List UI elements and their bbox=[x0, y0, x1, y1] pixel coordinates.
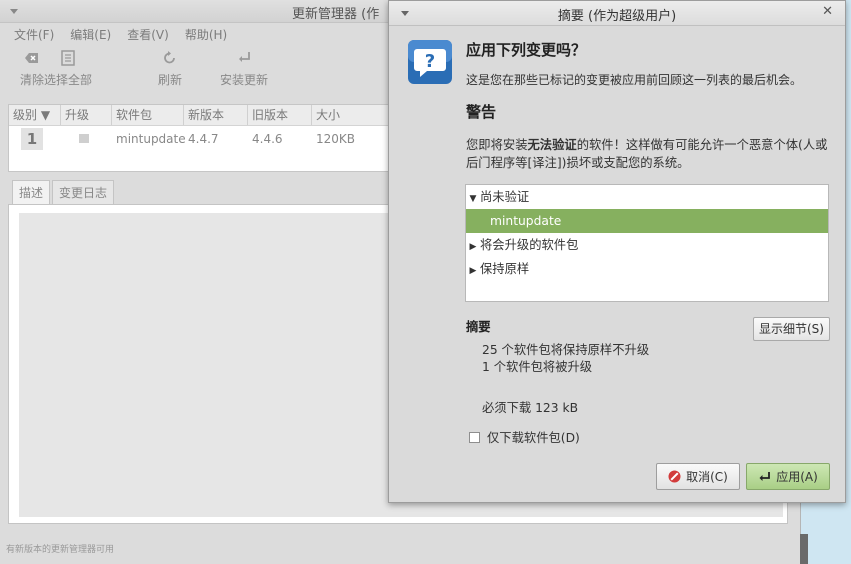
collapsed-triangle-icon[interactable]: ▶ bbox=[466, 259, 480, 283]
summary-kept: 25 个软件包将保持原样不升级 bbox=[482, 343, 650, 357]
summary-download-size: 必须下载 123 kB bbox=[482, 401, 579, 415]
cancel-icon bbox=[668, 470, 681, 483]
table-row[interactable]: 1 mintupdate 4.4.7 4.4.6 120KB bbox=[9, 126, 389, 152]
tree-item-upgrade-label: 将会升级的软件包 bbox=[480, 238, 579, 252]
warning-text: 您即将安装无法验证的软件！这样做有可能允许一个恶意个体(人或后门程序等[译注])… bbox=[466, 136, 836, 172]
menu-help[interactable]: 帮助(H) bbox=[185, 26, 227, 43]
window-menu-arrow-icon[interactable] bbox=[10, 9, 18, 14]
column-level[interactable]: 级别 ▼ bbox=[9, 105, 61, 125]
tree-item-upgrade[interactable]: ▶ 将会升级的软件包 bbox=[466, 233, 828, 257]
dialog-heading: 应用下列变更吗？ bbox=[466, 41, 587, 59]
summary-title: 摘要 bbox=[466, 320, 491, 334]
tab-changelog[interactable]: 变更日志 bbox=[52, 180, 115, 204]
level-badge: 1 bbox=[21, 128, 43, 150]
download-only-label[interactable]: 仅下载软件包(D) bbox=[487, 428, 580, 446]
dialog-title: 摘要 (作为超级用户) bbox=[557, 9, 677, 24]
menu-view[interactable]: 查看(V) bbox=[127, 26, 169, 43]
tree-item-mintupdate[interactable]: mintupdate bbox=[466, 209, 828, 233]
column-new-version[interactable]: 新版本 bbox=[184, 105, 248, 125]
update-manager-title: 更新管理器 (作 bbox=[292, 7, 380, 22]
select-all-label: 选择全部 bbox=[44, 73, 93, 87]
clear-label: 清除 bbox=[20, 73, 45, 87]
tree-item-unverified[interactable]: ▼ 尚未验证 bbox=[466, 185, 828, 209]
refresh-icon bbox=[164, 51, 175, 64]
desktop-edge bbox=[800, 534, 808, 564]
tree-item-keep[interactable]: ▶ 保持原样 bbox=[466, 257, 828, 281]
cancel-button[interactable]: 取消(C) bbox=[656, 463, 740, 490]
apply-button[interactable]: 应用(A) bbox=[746, 463, 830, 490]
refresh-label: 刷新 bbox=[158, 73, 183, 87]
column-old-version[interactable]: 旧版本 bbox=[248, 105, 312, 125]
column-upgrade[interactable]: 升级 bbox=[61, 105, 112, 125]
select-all-button[interactable]: 选择全部 bbox=[44, 49, 92, 88]
tree-item-unverified-label: 尚未验证 bbox=[480, 190, 530, 204]
apply-label: 应用(A) bbox=[776, 470, 818, 484]
tab-description[interactable]: 描述 bbox=[12, 180, 51, 204]
cancel-label: 取消(C) bbox=[686, 470, 728, 484]
close-icon[interactable]: ✕ bbox=[822, 4, 833, 19]
column-package[interactable]: 软件包 bbox=[112, 105, 184, 125]
changes-tree: ▼ 尚未验证 mintupdate ▶ 将会升级的软件包 ▶ 保持原样 bbox=[465, 184, 829, 302]
package-table-header: 级别 ▼ 升级 软件包 新版本 旧版本 大小 bbox=[9, 105, 389, 126]
download-only-option[interactable]: 仅下载软件包(D) bbox=[469, 428, 580, 446]
package-table: 级别 ▼ 升级 软件包 新版本 旧版本 大小 1 mintupdate 4.4.… bbox=[8, 104, 390, 172]
upgrade-cell bbox=[61, 132, 112, 146]
expanded-triangle-icon[interactable]: ▼ bbox=[466, 187, 480, 211]
install-updates-label: 安装更新 bbox=[220, 73, 269, 87]
menu-edit[interactable]: 编辑(E) bbox=[70, 26, 111, 43]
install-updates-button[interactable]: 安装更新 bbox=[220, 49, 268, 88]
status-bar: 有新版本的更新管理器可用 bbox=[6, 545, 115, 555]
refresh-button[interactable]: 刷新 bbox=[158, 49, 182, 88]
clear-button[interactable]: 清除 bbox=[20, 49, 44, 88]
warning-text-pre: 您即将安装 bbox=[466, 138, 528, 152]
question-icon: ? bbox=[408, 40, 452, 84]
new-version-cell: 4.4.7 bbox=[188, 132, 219, 146]
warning-text-bold: 无法验证 bbox=[527, 138, 577, 152]
enter-arrow-icon bbox=[239, 52, 250, 62]
download-only-checkbox[interactable] bbox=[469, 431, 480, 443]
warning-title: 警告 bbox=[466, 103, 497, 121]
tree-item-keep-label: 保持原样 bbox=[480, 262, 530, 276]
dialog-titlebar: 摘要 (作为超级用户) ✕ bbox=[389, 1, 845, 26]
summary-upgraded: 1 个软件包将被升级 bbox=[482, 360, 593, 374]
collapsed-triangle-icon[interactable]: ▶ bbox=[466, 235, 480, 259]
show-details-button[interactable]: 显示细节(S) bbox=[753, 317, 830, 341]
dialog-subtitle: 这是您在那些已标记的变更被应用前回顾这一列表的最后机会。 bbox=[466, 73, 803, 87]
details-tabs: 描述 变更日志 bbox=[12, 180, 116, 204]
svg-text:?: ? bbox=[425, 51, 435, 72]
package-cell: mintupdate bbox=[116, 132, 186, 146]
column-size[interactable]: 大小 bbox=[312, 105, 389, 125]
summary-dialog: 摘要 (作为超级用户) ✕ ? 应用下列变更吗？ 这是您在那些已标记的变更被应用… bbox=[388, 0, 846, 503]
level-cell: 1 bbox=[9, 128, 61, 150]
old-version-cell: 4.4.6 bbox=[252, 132, 283, 146]
menu-file[interactable]: 文件(F) bbox=[14, 26, 54, 43]
size-cell: 120KB bbox=[316, 132, 356, 146]
upgrade-checkbox[interactable] bbox=[79, 134, 89, 143]
enter-arrow-icon bbox=[759, 471, 771, 481]
document-list-icon bbox=[61, 50, 75, 66]
backspace-icon bbox=[25, 53, 38, 63]
